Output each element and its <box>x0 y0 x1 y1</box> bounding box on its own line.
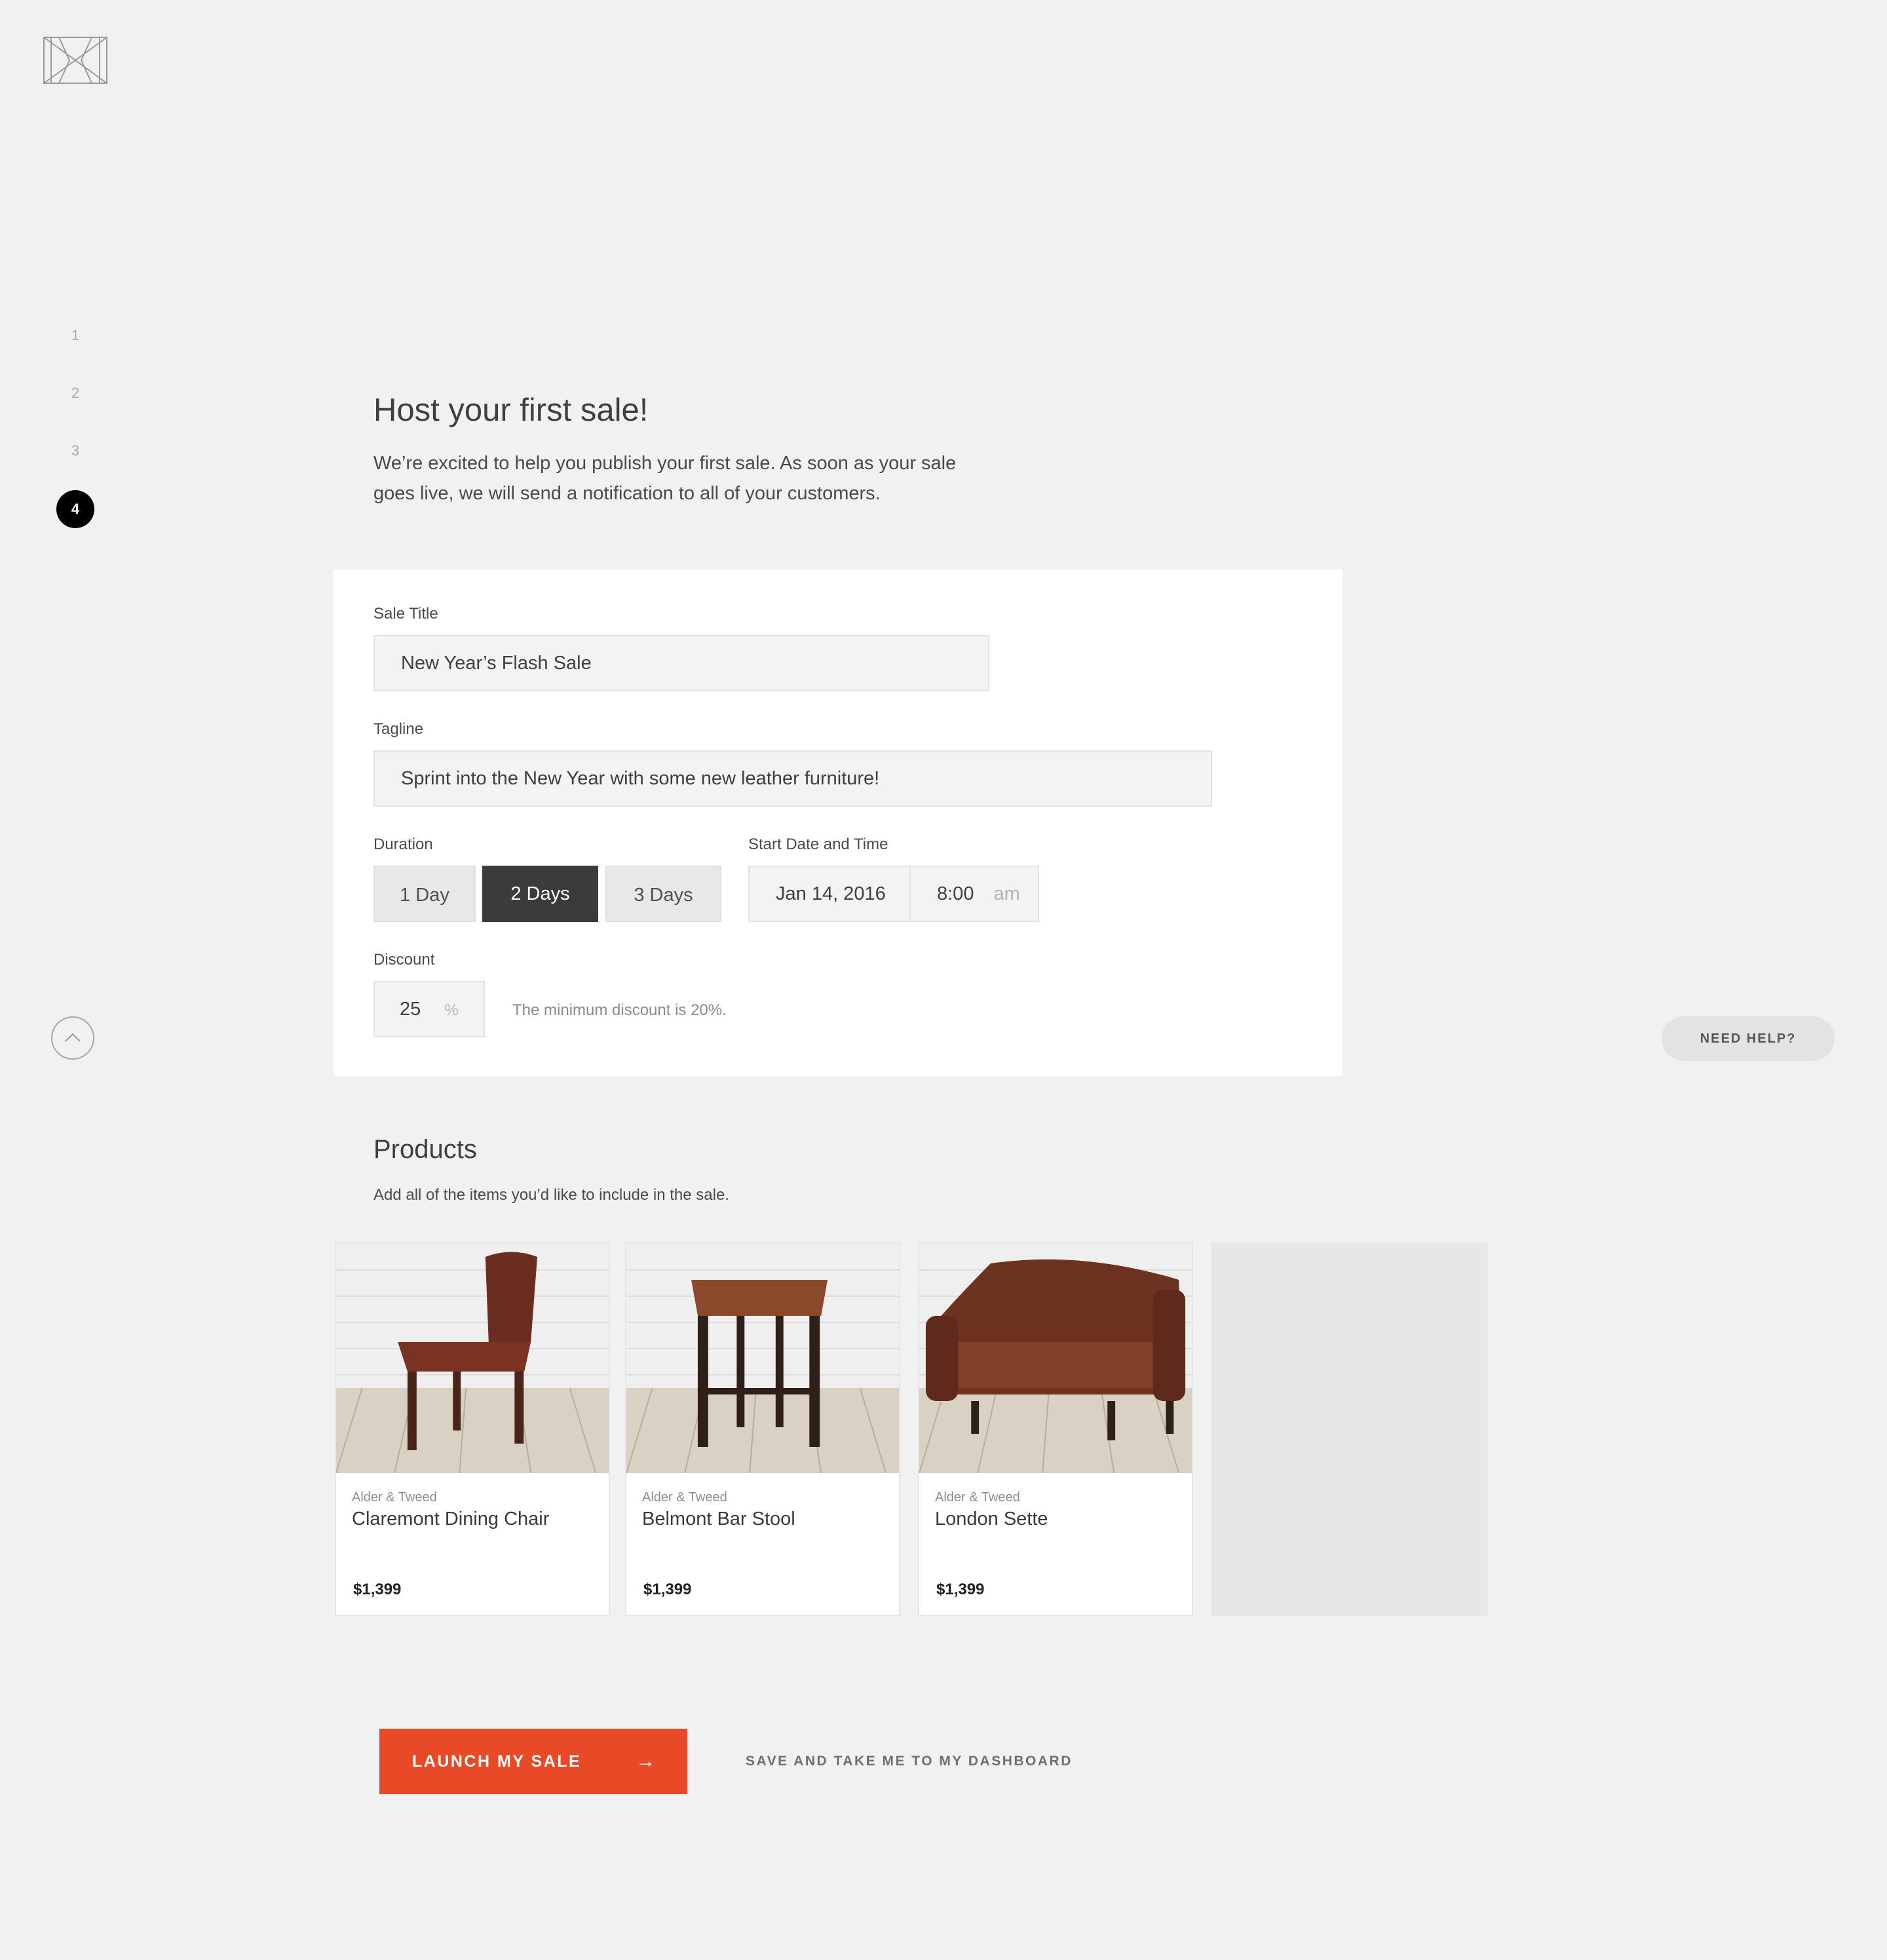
tagline-label: Tagline <box>373 720 424 738</box>
products-subtitle: Add all of the items you’d like to inclu… <box>373 1186 729 1204</box>
product-brand: Alder & Tweed <box>352 1490 437 1505</box>
step-3[interactable]: 3 <box>56 432 94 470</box>
product-card[interactable]: Alder & Tweed Belmont Bar Stool $1,399 <box>625 1242 900 1616</box>
sale-form-card: Sale Title New Year’s Flash Sale Tagline… <box>334 569 1343 1076</box>
duration-option-1-day[interactable]: 1 Day <box>373 866 476 922</box>
dining-chair-image <box>336 1244 609 1473</box>
product-price: $1,399 <box>353 1581 402 1598</box>
product-name: Claremont Dining Chair <box>352 1508 550 1529</box>
bar-stool-image <box>626 1244 899 1473</box>
discount-value: 25 <box>400 999 421 1020</box>
launch-sale-label: LAUNCH MY SALE <box>412 1752 582 1771</box>
intro-line-1: We’re excited to help you publish your f… <box>373 453 957 474</box>
arrow-right-icon: → <box>636 1750 657 1772</box>
page-title: Host your first sale! <box>373 393 649 428</box>
duration-option-3-days[interactable]: 3 Days <box>605 866 721 922</box>
product-brand: Alder & Tweed <box>935 1490 1020 1505</box>
add-product-slot[interactable] <box>1211 1242 1488 1616</box>
discount-label: Discount <box>373 951 435 969</box>
need-help-button[interactable]: NEED HELP? <box>1662 1016 1835 1061</box>
product-card[interactable]: Alder & Tweed Claremont Dining Chair $1,… <box>335 1242 610 1616</box>
tagline-input[interactable]: Sprint into the New Year with some new l… <box>373 750 1212 807</box>
percent-sign: % <box>444 1001 459 1019</box>
step-4-active[interactable]: 4 <box>56 490 94 528</box>
save-to-dashboard-link[interactable]: SAVE AND TAKE ME TO MY DASHBOARD <box>746 1754 1073 1769</box>
launch-sale-button[interactable]: LAUNCH MY SALE → <box>379 1729 687 1794</box>
scroll-to-top-button[interactable] <box>51 1016 94 1060</box>
step-1[interactable]: 1 <box>56 317 94 355</box>
sette-sofa-image <box>919 1244 1192 1473</box>
start-time-input[interactable]: 8:00 am <box>909 866 1039 922</box>
start-time-value: 8:00 <box>937 883 974 904</box>
product-price: $1,399 <box>936 1581 985 1598</box>
chevron-up-icon <box>65 1033 81 1042</box>
intro-text: We’re excited to help you publish your f… <box>373 448 1094 509</box>
products-heading: Products <box>373 1135 477 1164</box>
product-brand: Alder & Tweed <box>642 1490 727 1505</box>
start-time-meridiem[interactable]: am <box>994 883 1020 904</box>
intro-line-2: goes live, we will send a notification t… <box>373 483 881 504</box>
duration-label: Duration <box>373 836 433 853</box>
monogram-logo-icon[interactable] <box>43 37 107 84</box>
discount-hint: The minimum discount is 20%. <box>512 1001 727 1019</box>
product-name: Belmont Bar Stool <box>642 1508 795 1529</box>
discount-input[interactable]: 25 % <box>373 981 485 1037</box>
sale-title-label: Sale Title <box>373 605 438 623</box>
duration-option-2-days[interactable]: 2 Days <box>482 866 598 922</box>
start-date-label: Start Date and Time <box>748 836 888 853</box>
sale-title-input[interactable]: New Year’s Flash Sale <box>373 635 989 691</box>
product-name: London Sette <box>935 1508 1048 1529</box>
step-2[interactable]: 2 <box>56 374 94 412</box>
start-date-input[interactable]: Jan 14, 2016 <box>748 866 911 922</box>
product-card[interactable]: Alder & Tweed London Sette $1,399 <box>918 1242 1193 1616</box>
product-price: $1,399 <box>643 1581 692 1598</box>
